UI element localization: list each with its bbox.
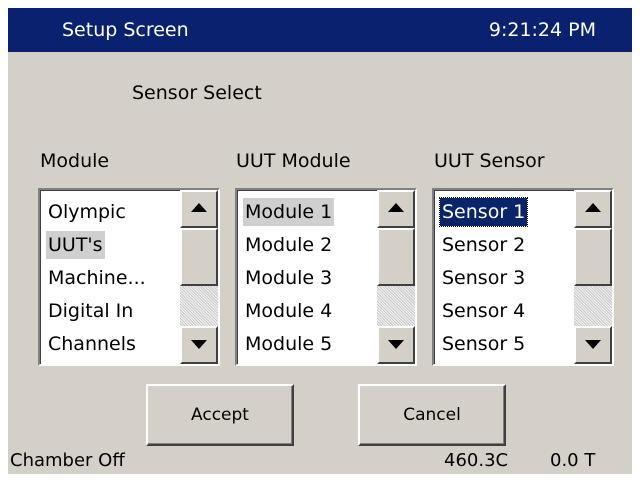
list-item[interactable]: Sensor 2 — [440, 231, 527, 259]
uut-module-scrollbar[interactable] — [377, 190, 415, 364]
list-item[interactable]: Module 2 — [243, 231, 334, 259]
uut-sensor-list-items: Sensor 1 Sensor 2 Sensor 3 Sensor 4 Sens… — [434, 190, 570, 364]
up-arrow-icon — [388, 203, 404, 212]
list-item[interactable]: Sensor 3 — [440, 264, 527, 292]
module-column-label: Module — [40, 150, 110, 172]
status-value: 0.0 T — [550, 450, 596, 471]
list-item[interactable]: Module 5 — [243, 330, 334, 358]
screen-title: Setup Screen — [62, 19, 189, 41]
list-item[interactable]: Machine... — [46, 264, 148, 292]
scroll-down-button[interactable] — [180, 326, 218, 364]
scroll-thumb[interactable] — [377, 228, 415, 286]
list-item-selected[interactable]: Module 1 — [243, 198, 335, 226]
chamber-status: Chamber Off — [10, 450, 125, 471]
list-item[interactable]: Olympic — [46, 198, 128, 226]
cancel-button[interactable]: Cancel — [358, 384, 506, 446]
uut-module-list-items: Module 1 Module 2 Module 3 Module 4 Modu… — [237, 190, 373, 364]
scroll-up-button[interactable] — [180, 190, 218, 228]
list-item-selected[interactable]: Sensor 1 — [438, 197, 529, 227]
list-item[interactable]: Sensor 5 — [440, 330, 527, 358]
scroll-thumb[interactable] — [574, 228, 612, 286]
list-item-selected[interactable]: UUT's — [46, 231, 105, 259]
down-arrow-icon — [388, 340, 404, 349]
down-arrow-icon — [585, 340, 601, 349]
list-item[interactable]: Module 4 — [243, 297, 334, 325]
clock: 9:21:24 PM — [488, 19, 596, 41]
up-arrow-icon — [191, 203, 207, 212]
uut-sensor-listbox[interactable]: Sensor 1 Sensor 2 Sensor 3 Sensor 4 Sens… — [432, 188, 614, 366]
setup-screen: Setup Screen 9:21:24 PM Sensor Select Mo… — [8, 8, 632, 474]
uut-sensor-scrollbar[interactable] — [574, 190, 612, 364]
down-arrow-icon — [191, 340, 207, 349]
accept-button[interactable]: Accept — [146, 384, 294, 446]
uut-sensor-column-label: UUT Sensor — [434, 150, 545, 172]
uut-module-listbox[interactable]: Module 1 Module 2 Module 3 Module 4 Modu… — [235, 188, 417, 366]
up-arrow-icon — [585, 203, 601, 212]
scroll-down-button[interactable] — [377, 326, 415, 364]
list-item[interactable]: Channels — [46, 330, 138, 358]
uut-module-column-label: UUT Module — [236, 150, 351, 172]
scroll-up-button[interactable] — [377, 190, 415, 228]
list-item[interactable]: Digital In — [46, 297, 135, 325]
module-scrollbar[interactable] — [180, 190, 218, 364]
module-list-items: Olympic UUT's Machine... Digital In Chan… — [40, 190, 176, 364]
scroll-down-button[interactable] — [574, 326, 612, 364]
scroll-up-button[interactable] — [574, 190, 612, 228]
list-item[interactable]: Sensor 4 — [440, 297, 527, 325]
list-item[interactable]: Module 3 — [243, 264, 334, 292]
title-bar: Setup Screen 9:21:24 PM — [8, 8, 632, 52]
module-listbox[interactable]: Olympic UUT's Machine... Digital In Chan… — [38, 188, 220, 366]
scroll-thumb[interactable] — [180, 228, 218, 286]
temperature-readout: 460.3C — [444, 450, 509, 471]
section-title: Sensor Select — [132, 82, 262, 104]
